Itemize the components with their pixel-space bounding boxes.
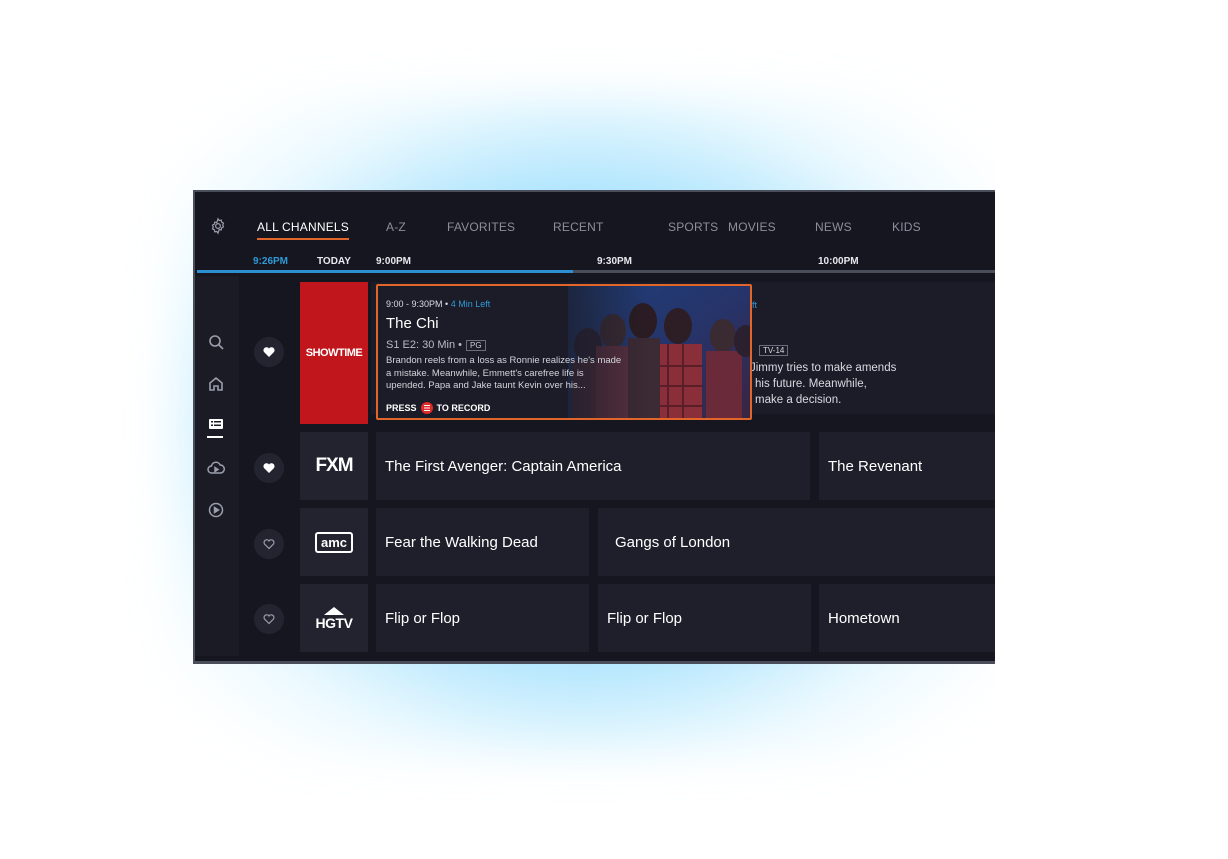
channel-logo-amc[interactable]: amc (300, 508, 368, 576)
favorite-button[interactable] (254, 337, 284, 367)
channel-logo-fxm[interactable]: FXM (300, 432, 368, 500)
time-progress-fill (197, 270, 573, 273)
program-description-line: Jimmy tries to make amends (750, 362, 897, 374)
favorite-button[interactable] (254, 453, 284, 483)
showtime-logo-text: SHOWTIME (305, 347, 363, 359)
tab-news[interactable]: NEWS (815, 220, 852, 234)
heart-filled-icon (263, 347, 275, 357)
program-title: The Chi (386, 315, 439, 332)
tab-movies[interactable]: MOVIES (728, 220, 776, 234)
tab-recent[interactable]: RECENT (553, 220, 604, 234)
program-time: 9:00 - 9:30PM • 4 Min Left (386, 299, 491, 309)
program-cell[interactable]: Flip or Flop (376, 584, 589, 652)
time-left: 4 Min Left (450, 299, 491, 309)
cloud-dvr-icon[interactable] (206, 458, 226, 478)
record-button-icon (420, 402, 433, 414)
tab-a-z[interactable]: A-Z (386, 220, 406, 234)
program-cell[interactable]: The Revenant (819, 432, 995, 500)
tab-favorites[interactable]: FAVORITES (447, 220, 515, 234)
program-cell[interactable]: The First Avenger: Captain America (376, 432, 810, 500)
program-cell[interactable]: Gangs of London (598, 508, 995, 576)
record-label-text: TO RECORD (436, 403, 491, 413)
rating-badge: TV-14 (759, 345, 789, 356)
focused-program-card[interactable]: 9:00 - 9:30PM • 4 Min Left The Chi S1 E2… (376, 284, 752, 420)
time-left-fragment: ft (752, 300, 758, 310)
artwork-fade (528, 286, 648, 418)
glow-mask (995, 60, 1228, 800)
search-icon[interactable] (206, 332, 226, 352)
amc-logo-text: amc (314, 531, 354, 553)
play-icon[interactable] (206, 500, 226, 520)
time-slot-label: 9:00PM (376, 256, 412, 267)
record-press-text: PRESS (386, 403, 417, 413)
tab-all-channels[interactable]: ALL CHANNELS (257, 220, 349, 240)
rating-badge: PG (466, 339, 486, 351)
active-nav-indicator (207, 436, 223, 438)
time-progress-bar (197, 270, 995, 273)
hgtv-logo-text: HGTV (315, 614, 353, 631)
favorite-button[interactable] (254, 529, 284, 559)
channel-logo-hgtv[interactable]: HGTV (300, 584, 368, 652)
time-slot-label: 10:00PM (818, 256, 859, 267)
favorite-button[interactable] (254, 604, 284, 634)
day-label: TODAY (317, 256, 351, 267)
home-icon[interactable] (206, 374, 226, 394)
program-cell[interactable]: Hometown (819, 584, 995, 652)
program-description-line: make a decision. (755, 394, 842, 406)
program-meta: S1 E2: 30 Min • PG (386, 339, 486, 351)
time-slot-label: 9:30PM (597, 256, 633, 267)
current-time: 9:26PM (253, 256, 289, 267)
gear-icon[interactable] (209, 217, 227, 235)
guide-icon[interactable] (206, 416, 226, 436)
channel-logo-showtime[interactable]: SHOWTIME (300, 282, 368, 424)
heart-outline-icon (263, 539, 275, 550)
program-cell[interactable]: Flip or Flop (598, 584, 811, 652)
heart-outline-icon (263, 614, 275, 625)
tab-sports[interactable]: SPORTS (668, 220, 718, 234)
hgtv-house-icon (324, 606, 344, 615)
record-hint: PRESS TO RECORD (386, 402, 490, 414)
program-description-line: his future. Meanwhile, (755, 378, 867, 390)
program-cell[interactable]: Fear the Walking Dead (376, 508, 589, 576)
heart-filled-icon (263, 463, 275, 473)
tab-kids[interactable]: KIDS (892, 220, 921, 234)
tv-guide-screen: ALL CHANNELS A-Z FAVORITES RECENT SPORTS… (193, 190, 995, 664)
episode-info: S1 E2: 30 Min (386, 339, 456, 351)
side-navigation (195, 276, 239, 656)
program-time-range: 9:00 - 9:30PM (386, 299, 443, 309)
program-description: Brandon reels from a loss as Ronnie real… (386, 355, 622, 391)
fxm-logo-text: FXM (315, 455, 353, 476)
